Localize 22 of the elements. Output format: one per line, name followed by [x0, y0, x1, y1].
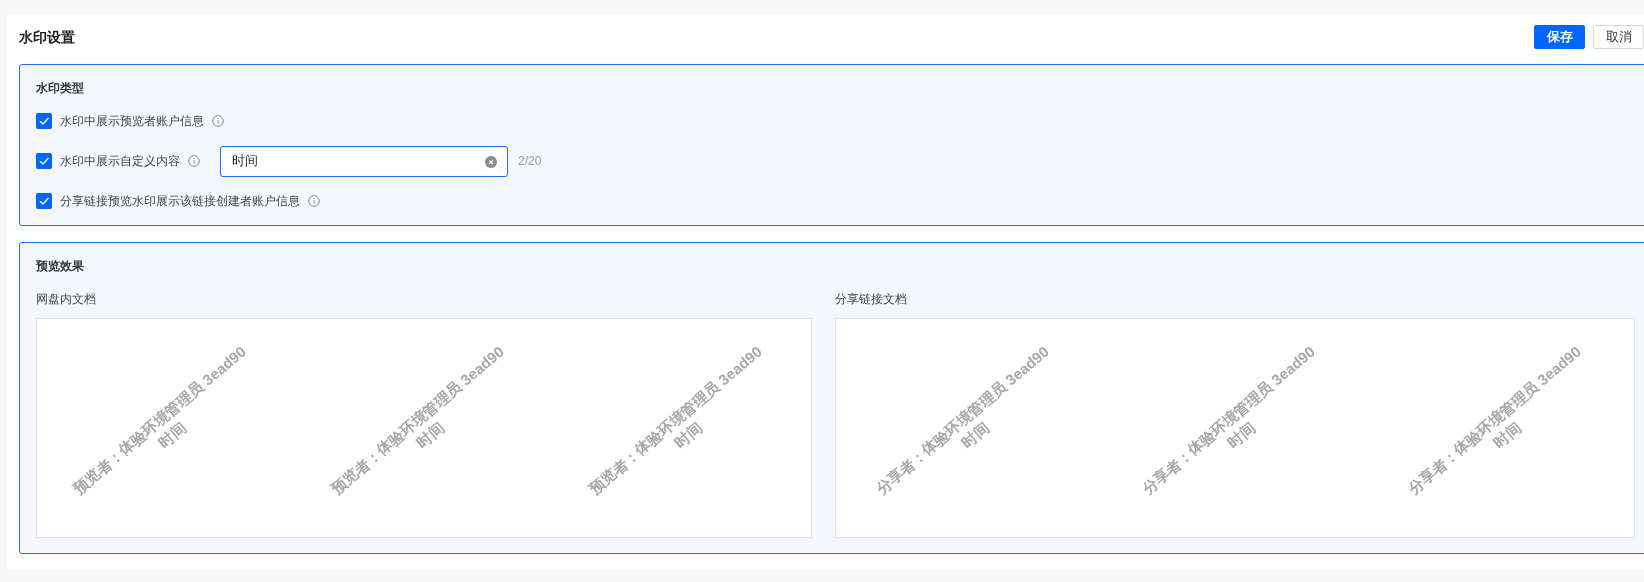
option-label: 分享链接预览水印展示该链接创建者账户信息 [60, 193, 300, 210]
save-button[interactable]: 保存 [1534, 25, 1585, 49]
page-title: 水印设置 [19, 27, 75, 47]
info-icon [212, 115, 224, 127]
checkbox[interactable] [36, 153, 52, 169]
option-label: 水印中展示自定义内容 [60, 153, 180, 170]
cancel-button[interactable]: 取消 [1593, 25, 1644, 49]
text-input[interactable]: 时间 [220, 145, 508, 177]
section-title: 水印类型 [36, 80, 85, 96]
option-label: 水印中展示预览者账户信息 [60, 113, 204, 130]
checkmark-icon [38, 155, 50, 167]
checkmark-icon [38, 195, 50, 207]
info-icon [188, 155, 200, 167]
checkbox[interactable] [36, 193, 52, 209]
section-title: 预览效果 [36, 258, 85, 274]
clear-icon[interactable] [485, 155, 497, 168]
preview-label: 分享链接文档 [835, 291, 908, 307]
checkmark-icon [38, 115, 50, 127]
info-icon [308, 195, 320, 207]
checkbox[interactable] [36, 113, 52, 129]
preview-label: 网盘内文档 [36, 291, 97, 307]
character-counter: 2/20 [518, 153, 542, 170]
